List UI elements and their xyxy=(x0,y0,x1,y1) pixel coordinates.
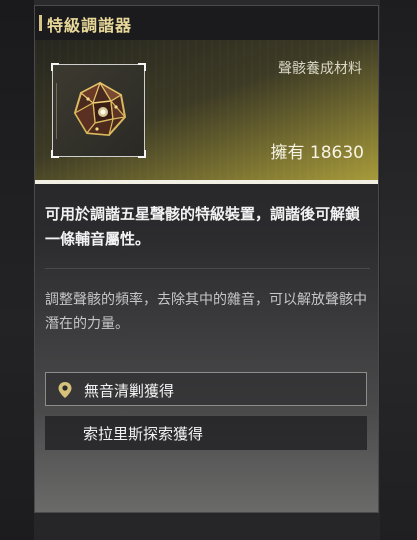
background-right xyxy=(380,0,417,540)
source-row-solaris-exploration[interactable]: 索拉里斯探索獲得 xyxy=(45,416,367,450)
owned-count: 擁有 18630 xyxy=(270,143,364,163)
item-category: 聲骸養成材料 xyxy=(278,61,362,77)
item-flavor-text: 調整聲骸的頻率，去除其中的雜音，可以解放聲骸中潛在的力量。 xyxy=(45,292,367,332)
item-detail-panel: 特級調諧器 聲骸養成材料 擁有 18630 可用於調諧五星聲骸的特級裝置，調諧後… xyxy=(34,5,379,513)
description-divider xyxy=(45,268,370,269)
item-title: 特級調諧器 xyxy=(47,16,133,35)
item-icon-frame xyxy=(51,63,146,158)
frame-corner xyxy=(51,63,59,71)
frame-corner xyxy=(138,63,146,71)
location-pin-icon xyxy=(58,382,72,398)
item-description: 可用於調諧五星聲骸的特級裝置，調諧後可解鎖一條輔音屬性。 xyxy=(45,205,361,248)
header-divider xyxy=(35,180,378,184)
frame-corner xyxy=(51,150,59,158)
title-accent xyxy=(39,15,42,31)
source-label: 無音清剿獲得 xyxy=(84,382,175,400)
background-left xyxy=(0,0,34,540)
frame-side-mark xyxy=(56,83,65,139)
frame-corner xyxy=(138,150,146,158)
tuner-crystal-icon xyxy=(73,81,127,137)
source-label: 索拉里斯探索獲得 xyxy=(83,425,204,443)
item-header: 聲骸養成材料 擁有 18630 xyxy=(35,40,378,180)
title-bar: 特級調諧器 xyxy=(35,6,378,41)
source-row-silent-sweep[interactable]: 無音清剿獲得 xyxy=(45,372,367,406)
